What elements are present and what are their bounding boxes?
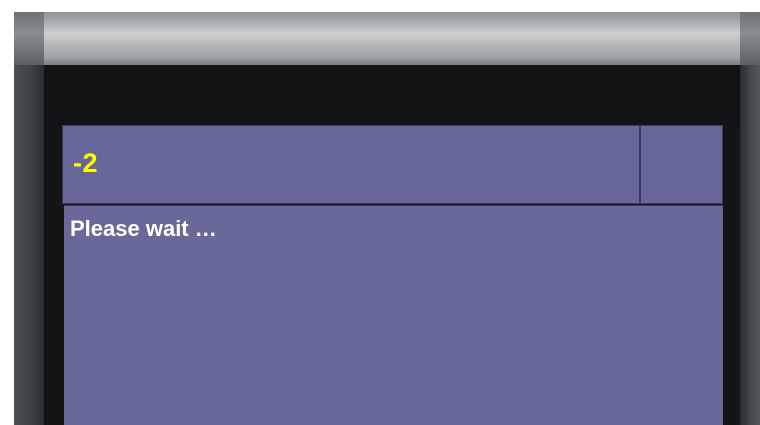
top-bezel [44, 12, 740, 65]
value-header-panel: -2 [62, 125, 723, 204]
title-area [44, 65, 740, 125]
top-bezel-left-corner [14, 12, 44, 65]
value-readout: -2 [73, 148, 99, 178]
page-margin [0, 195, 14, 425]
device-screen: -2 Please wait … [14, 12, 760, 425]
status-message: Please wait … [70, 216, 217, 241]
side-button-cell[interactable] [643, 126, 722, 203]
left-bezel [14, 12, 44, 425]
message-panel: Please wait … [64, 205, 723, 425]
right-bezel [740, 12, 760, 425]
value-field: -2 [63, 126, 641, 203]
top-bezel-right-corner [740, 12, 760, 65]
